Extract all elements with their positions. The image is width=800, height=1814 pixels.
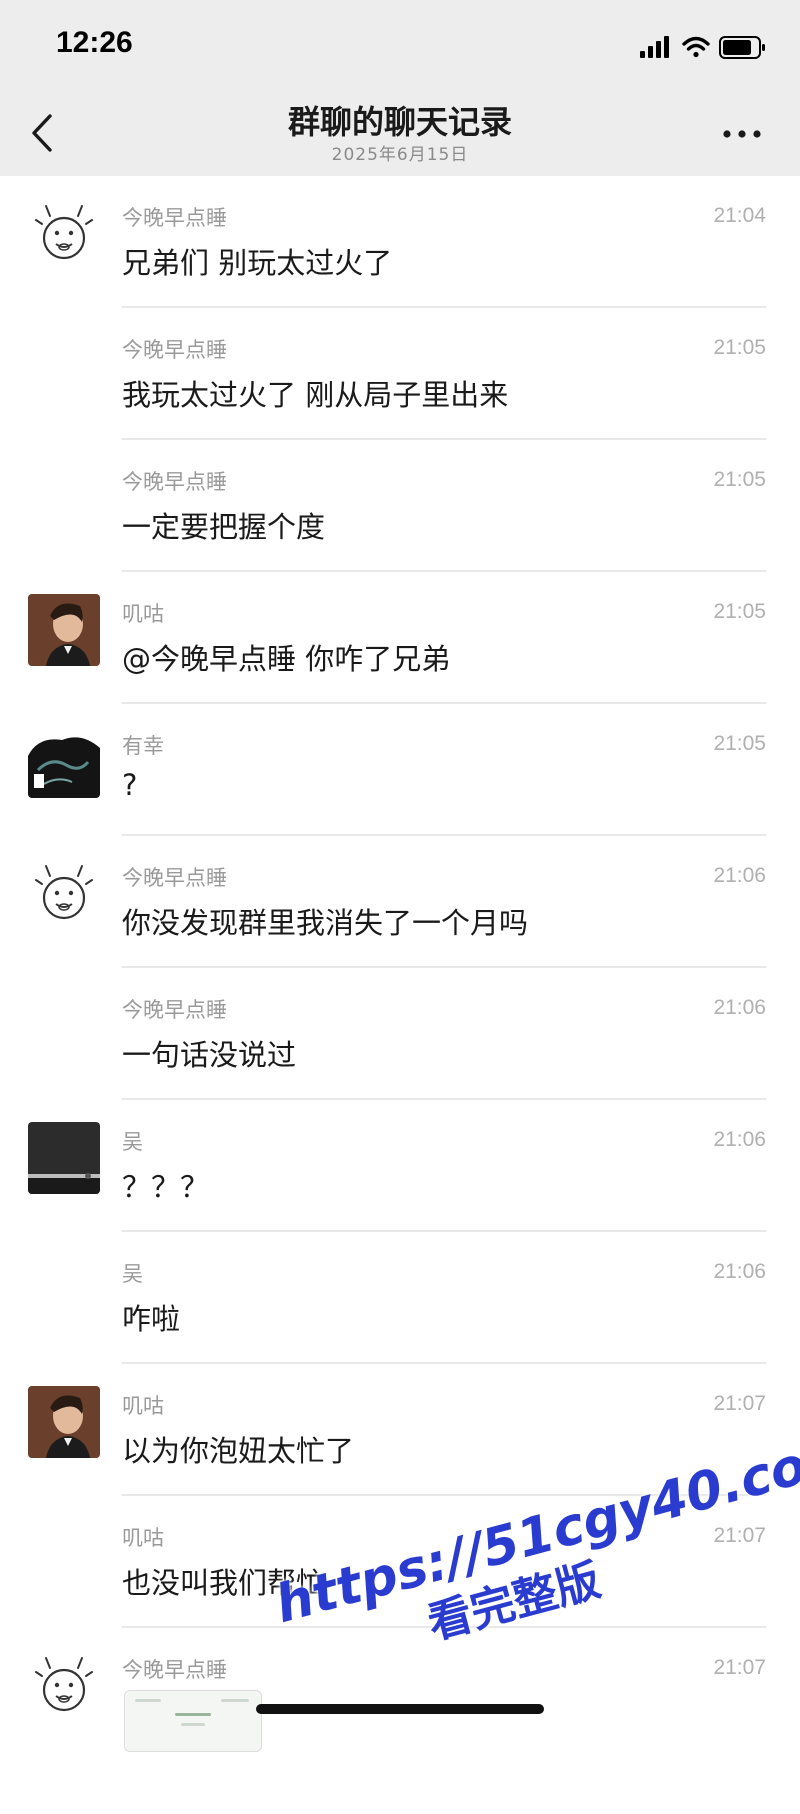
message-text: 一定要把握个度 [122,510,326,544]
signal-icon [640,36,669,58]
nav-bar: 12:26 群聊的聊天记录 2025年6月15日 [0,0,800,176]
message-item[interactable]: 今晚早点睡 21:05 一定要把握个度 [0,440,800,572]
message-text: ? [122,768,138,802]
sender-name: 今晚早点睡 [122,206,227,230]
message-item[interactable]: 吴 21:06 ？？？ [0,1100,800,1232]
sender-name: 今晚早点睡 [122,1658,227,1682]
message-time: 21:06 [713,996,766,1019]
message-text: 以为你泡妞太忙了 [122,1434,355,1468]
photo-man-avatar-icon [28,1386,100,1458]
thumbnail-detail [175,1713,211,1716]
message-item[interactable]: 今晚早点睡 21:07 [0,1628,800,1760]
message-text: ？？？ [122,1170,210,1204]
sender-name: 吴 [122,1130,143,1154]
message-text: @今晚早点睡 你咋了兄弟 [122,642,451,676]
message-text: 也没叫我们帮忙 [122,1566,326,1600]
sender-name: 叽咕 [122,1526,164,1550]
message-time: 21:05 [713,732,766,755]
chevron-left-icon [32,114,52,152]
home-indicator[interactable] [256,1704,544,1714]
cartoon-face-icon [28,858,100,930]
avatar[interactable] [28,1650,100,1722]
message-time: 21:05 [713,336,766,359]
message-item[interactable]: 叽咕 21:07 以为你泡妞太忙了 [0,1364,800,1496]
sender-name: 吴 [122,1262,143,1286]
avatar[interactable] [28,1386,100,1458]
message-item[interactable]: 今晚早点睡 21:06 一句话没说过 [0,968,800,1100]
message-item[interactable]: 叽咕 21:07 也没叫我们帮忙 [0,1496,800,1628]
avatar[interactable] [28,858,100,930]
page-title: 群聊的聊天记录 [287,103,512,141]
message-text: 兄弟们 别玩太过火了 [122,246,393,280]
message-time: 21:04 [713,204,766,227]
message-time: 21:06 [713,1128,766,1151]
avatar[interactable] [28,198,100,270]
battery-icon [719,36,765,59]
more-button[interactable] [714,114,770,154]
dark-art-avatar-icon [28,726,100,798]
sender-name: 今晚早点睡 [122,998,227,1022]
wifi-icon [682,36,710,58]
title-block: 群聊的聊天记录 2025年6月15日 [0,102,800,166]
sender-name: 今晚早点睡 [122,338,227,362]
message-list: 今晚早点睡 21:04 兄弟们 别玩太过火了 今晚早点睡 21:05 我玩太过火… [0,176,800,1760]
sender-name: 叽咕 [122,602,164,626]
message-item[interactable]: 叽咕 21:05 @今晚早点睡 你咋了兄弟 [0,572,800,704]
sender-name: 今晚早点睡 [122,866,227,890]
page-subtitle-date: 2025年6月15日 [331,145,469,165]
message-item[interactable]: 今晚早点睡 21:06 你没发现群里我消失了一个月吗 [0,836,800,968]
avatar[interactable] [28,726,100,798]
message-item[interactable]: 今晚早点睡 21:05 我玩太过火了 刚从局子里出来 [0,308,800,440]
status-time: 12:26 [56,26,133,59]
message-time: 21:06 [713,1260,766,1283]
sender-name: 今晚早点睡 [122,470,227,494]
message-text: 我玩太过火了 刚从局子里出来 [122,378,509,412]
avatar[interactable] [28,1122,100,1194]
message-item[interactable]: 今晚早点睡 21:04 兄弟们 别玩太过火了 [0,176,800,308]
message-time: 21:06 [713,864,766,887]
sender-name: 有幸 [122,734,164,758]
image-message-thumbnail[interactable] [124,1690,262,1752]
avatar[interactable] [28,594,100,666]
dark-square-avatar-icon [28,1122,100,1194]
thumbnail-detail [135,1699,161,1702]
message-item[interactable]: 有幸 21:05 ? [0,704,800,836]
message-time: 21:07 [713,1524,766,1547]
message-text: 一句话没说过 [122,1038,297,1072]
more-dots-icon [723,130,761,138]
message-item[interactable]: 吴 21:06 咋啦 [0,1232,800,1364]
cartoon-face-icon [28,198,100,270]
message-text: 你没发现群里我消失了一个月吗 [122,906,529,940]
sender-name: 叽咕 [122,1394,164,1418]
message-time: 21:07 [713,1656,766,1679]
status-icons [640,36,765,59]
back-button[interactable] [20,108,70,158]
message-text: 咋啦 [122,1302,181,1336]
cartoon-face-icon [28,1650,100,1722]
thumbnail-detail [181,1723,205,1726]
photo-man-avatar-icon [28,594,100,666]
message-time: 21:05 [713,468,766,491]
message-time: 21:07 [713,1392,766,1415]
message-time: 21:05 [713,600,766,623]
thumbnail-detail [221,1699,249,1702]
